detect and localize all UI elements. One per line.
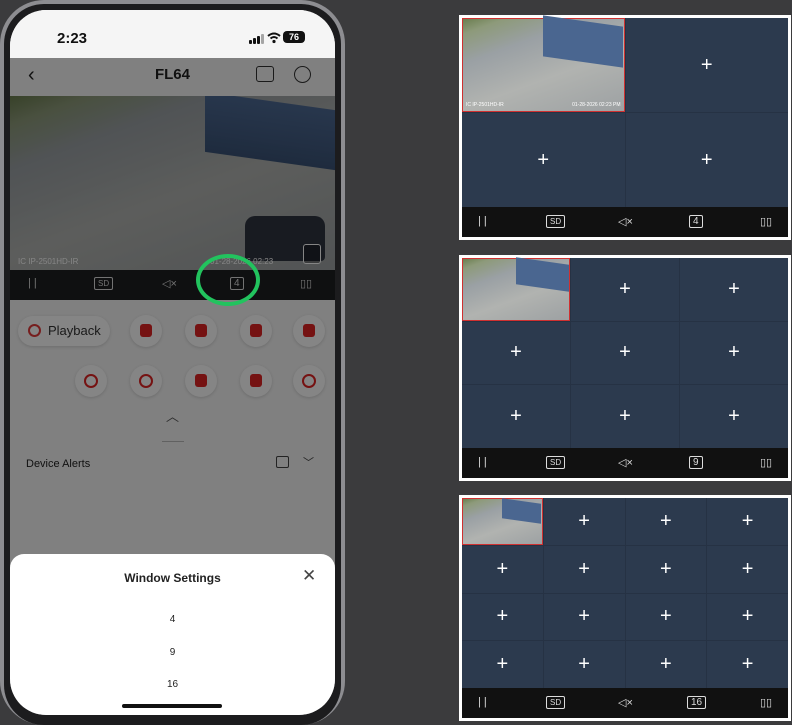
- panel-toolbar: | | SD ◁× 9 ▯▯: [462, 448, 788, 478]
- camera-feed-tile[interactable]: [462, 498, 543, 545]
- video-building: [516, 257, 569, 293]
- panel-toolbar: | | SD ◁× 16 ▯▯: [462, 688, 788, 718]
- device-icon[interactable]: ▯▯: [760, 456, 772, 469]
- window-settings-sheet: Window Settings ✕ 4 9 16: [10, 554, 335, 715]
- close-icon[interactable]: ✕: [302, 566, 316, 586]
- add-camera-tile[interactable]: +: [543, 593, 625, 641]
- quality-label: SD: [546, 215, 566, 228]
- option-16[interactable]: 16: [10, 679, 335, 690]
- add-camera-tile[interactable]: +: [462, 385, 570, 448]
- add-camera-tile[interactable]: +: [571, 321, 679, 385]
- layout-label: 16: [687, 696, 707, 709]
- sheet-title: Window Settings: [124, 571, 221, 585]
- add-camera-tile[interactable]: +: [462, 641, 543, 688]
- pause-icon[interactable]: | |: [478, 696, 487, 708]
- add-camera-tile[interactable]: +: [543, 641, 625, 688]
- pause-icon[interactable]: | |: [478, 456, 487, 468]
- layout-label: 9: [689, 456, 703, 469]
- phone-screen: 2:23 76 ‹ FL64 IC IP-2501HD-IR 01-28-202…: [10, 10, 335, 715]
- pause-icon[interactable]: | |: [478, 215, 487, 227]
- add-camera-tile[interactable]: +: [571, 258, 679, 321]
- grid-9: + + + + + + + +: [462, 257, 788, 448]
- layout-16-panel: + + + + + + + + + + + + + + + | | SD ◁× …: [459, 495, 791, 721]
- add-camera-tile[interactable]: +: [680, 321, 788, 385]
- layout-button[interactable]: 9: [689, 456, 703, 469]
- add-camera-tile[interactable]: +: [707, 641, 788, 688]
- add-camera-tile[interactable]: +: [625, 545, 707, 593]
- layout-label: 4: [689, 215, 703, 228]
- layout-4-panel: IC IP-2501HD-IR 01-28-2026 02:23 PM + + …: [459, 15, 791, 240]
- add-camera-tile[interactable]: +: [462, 113, 625, 207]
- add-camera-tile[interactable]: +: [462, 545, 543, 593]
- camera-feed-tile[interactable]: [462, 257, 570, 321]
- add-camera-tile[interactable]: +: [625, 593, 707, 641]
- video-building: [502, 498, 542, 524]
- add-camera-tile[interactable]: +: [680, 258, 788, 321]
- mute-icon[interactable]: ◁×: [618, 456, 633, 469]
- add-camera-tile[interactable]: +: [707, 593, 788, 641]
- mute-icon[interactable]: ◁×: [618, 696, 633, 709]
- add-camera-tile[interactable]: +: [543, 498, 625, 545]
- phone-frame: 2:23 76 ‹ FL64 IC IP-2501HD-IR 01-28-202…: [0, 0, 345, 725]
- video-building: [543, 15, 624, 69]
- quality-label: SD: [546, 696, 566, 709]
- add-camera-tile[interactable]: +: [571, 385, 679, 448]
- add-camera-tile[interactable]: +: [625, 641, 707, 688]
- add-camera-tile[interactable]: +: [680, 385, 788, 448]
- signal-icon: [249, 34, 264, 44]
- device-icon[interactable]: ▯▯: [760, 696, 772, 709]
- add-camera-tile[interactable]: +: [625, 18, 788, 112]
- quality-button[interactable]: SD: [546, 215, 566, 228]
- highlight-circle: [196, 254, 260, 306]
- option-9[interactable]: 9: [10, 647, 335, 658]
- battery-icon: 76: [283, 31, 305, 43]
- status-time: 2:23: [57, 30, 88, 47]
- feed-time: 01-28-2026 02:23 PM: [572, 102, 621, 108]
- add-camera-tile[interactable]: +: [462, 321, 570, 385]
- home-indicator: [122, 704, 222, 708]
- panel-toolbar: | | SD ◁× 4 ▯▯: [462, 207, 788, 237]
- device-icon[interactable]: ▯▯: [760, 215, 772, 228]
- layout-9-panel: + + + + + + + + | | SD ◁× 9 ▯▯: [459, 255, 791, 481]
- add-camera-tile[interactable]: +: [625, 498, 707, 545]
- add-camera-tile[interactable]: +: [462, 593, 543, 641]
- add-camera-tile[interactable]: +: [707, 498, 788, 545]
- add-camera-tile[interactable]: +: [625, 113, 788, 207]
- quality-label: SD: [546, 456, 566, 469]
- status-bar: 2:23 76: [10, 10, 335, 58]
- add-camera-tile[interactable]: +: [707, 545, 788, 593]
- quality-button[interactable]: SD: [546, 696, 566, 709]
- grid-16: + + + + + + + + + + + + + + +: [462, 498, 788, 688]
- layout-button[interactable]: 16: [687, 696, 707, 709]
- camera-feed-tile[interactable]: IC IP-2501HD-IR 01-28-2026 02:23 PM: [462, 15, 625, 112]
- wifi-icon: [267, 31, 281, 47]
- option-4[interactable]: 4: [10, 614, 335, 625]
- add-camera-tile[interactable]: +: [543, 545, 625, 593]
- mute-icon[interactable]: ◁×: [618, 215, 633, 228]
- layout-button[interactable]: 4: [689, 215, 703, 228]
- quality-button[interactable]: SD: [546, 456, 566, 469]
- feed-label: IC IP-2501HD-IR: [466, 102, 504, 108]
- grid-4: IC IP-2501HD-IR 01-28-2026 02:23 PM + + …: [462, 15, 788, 207]
